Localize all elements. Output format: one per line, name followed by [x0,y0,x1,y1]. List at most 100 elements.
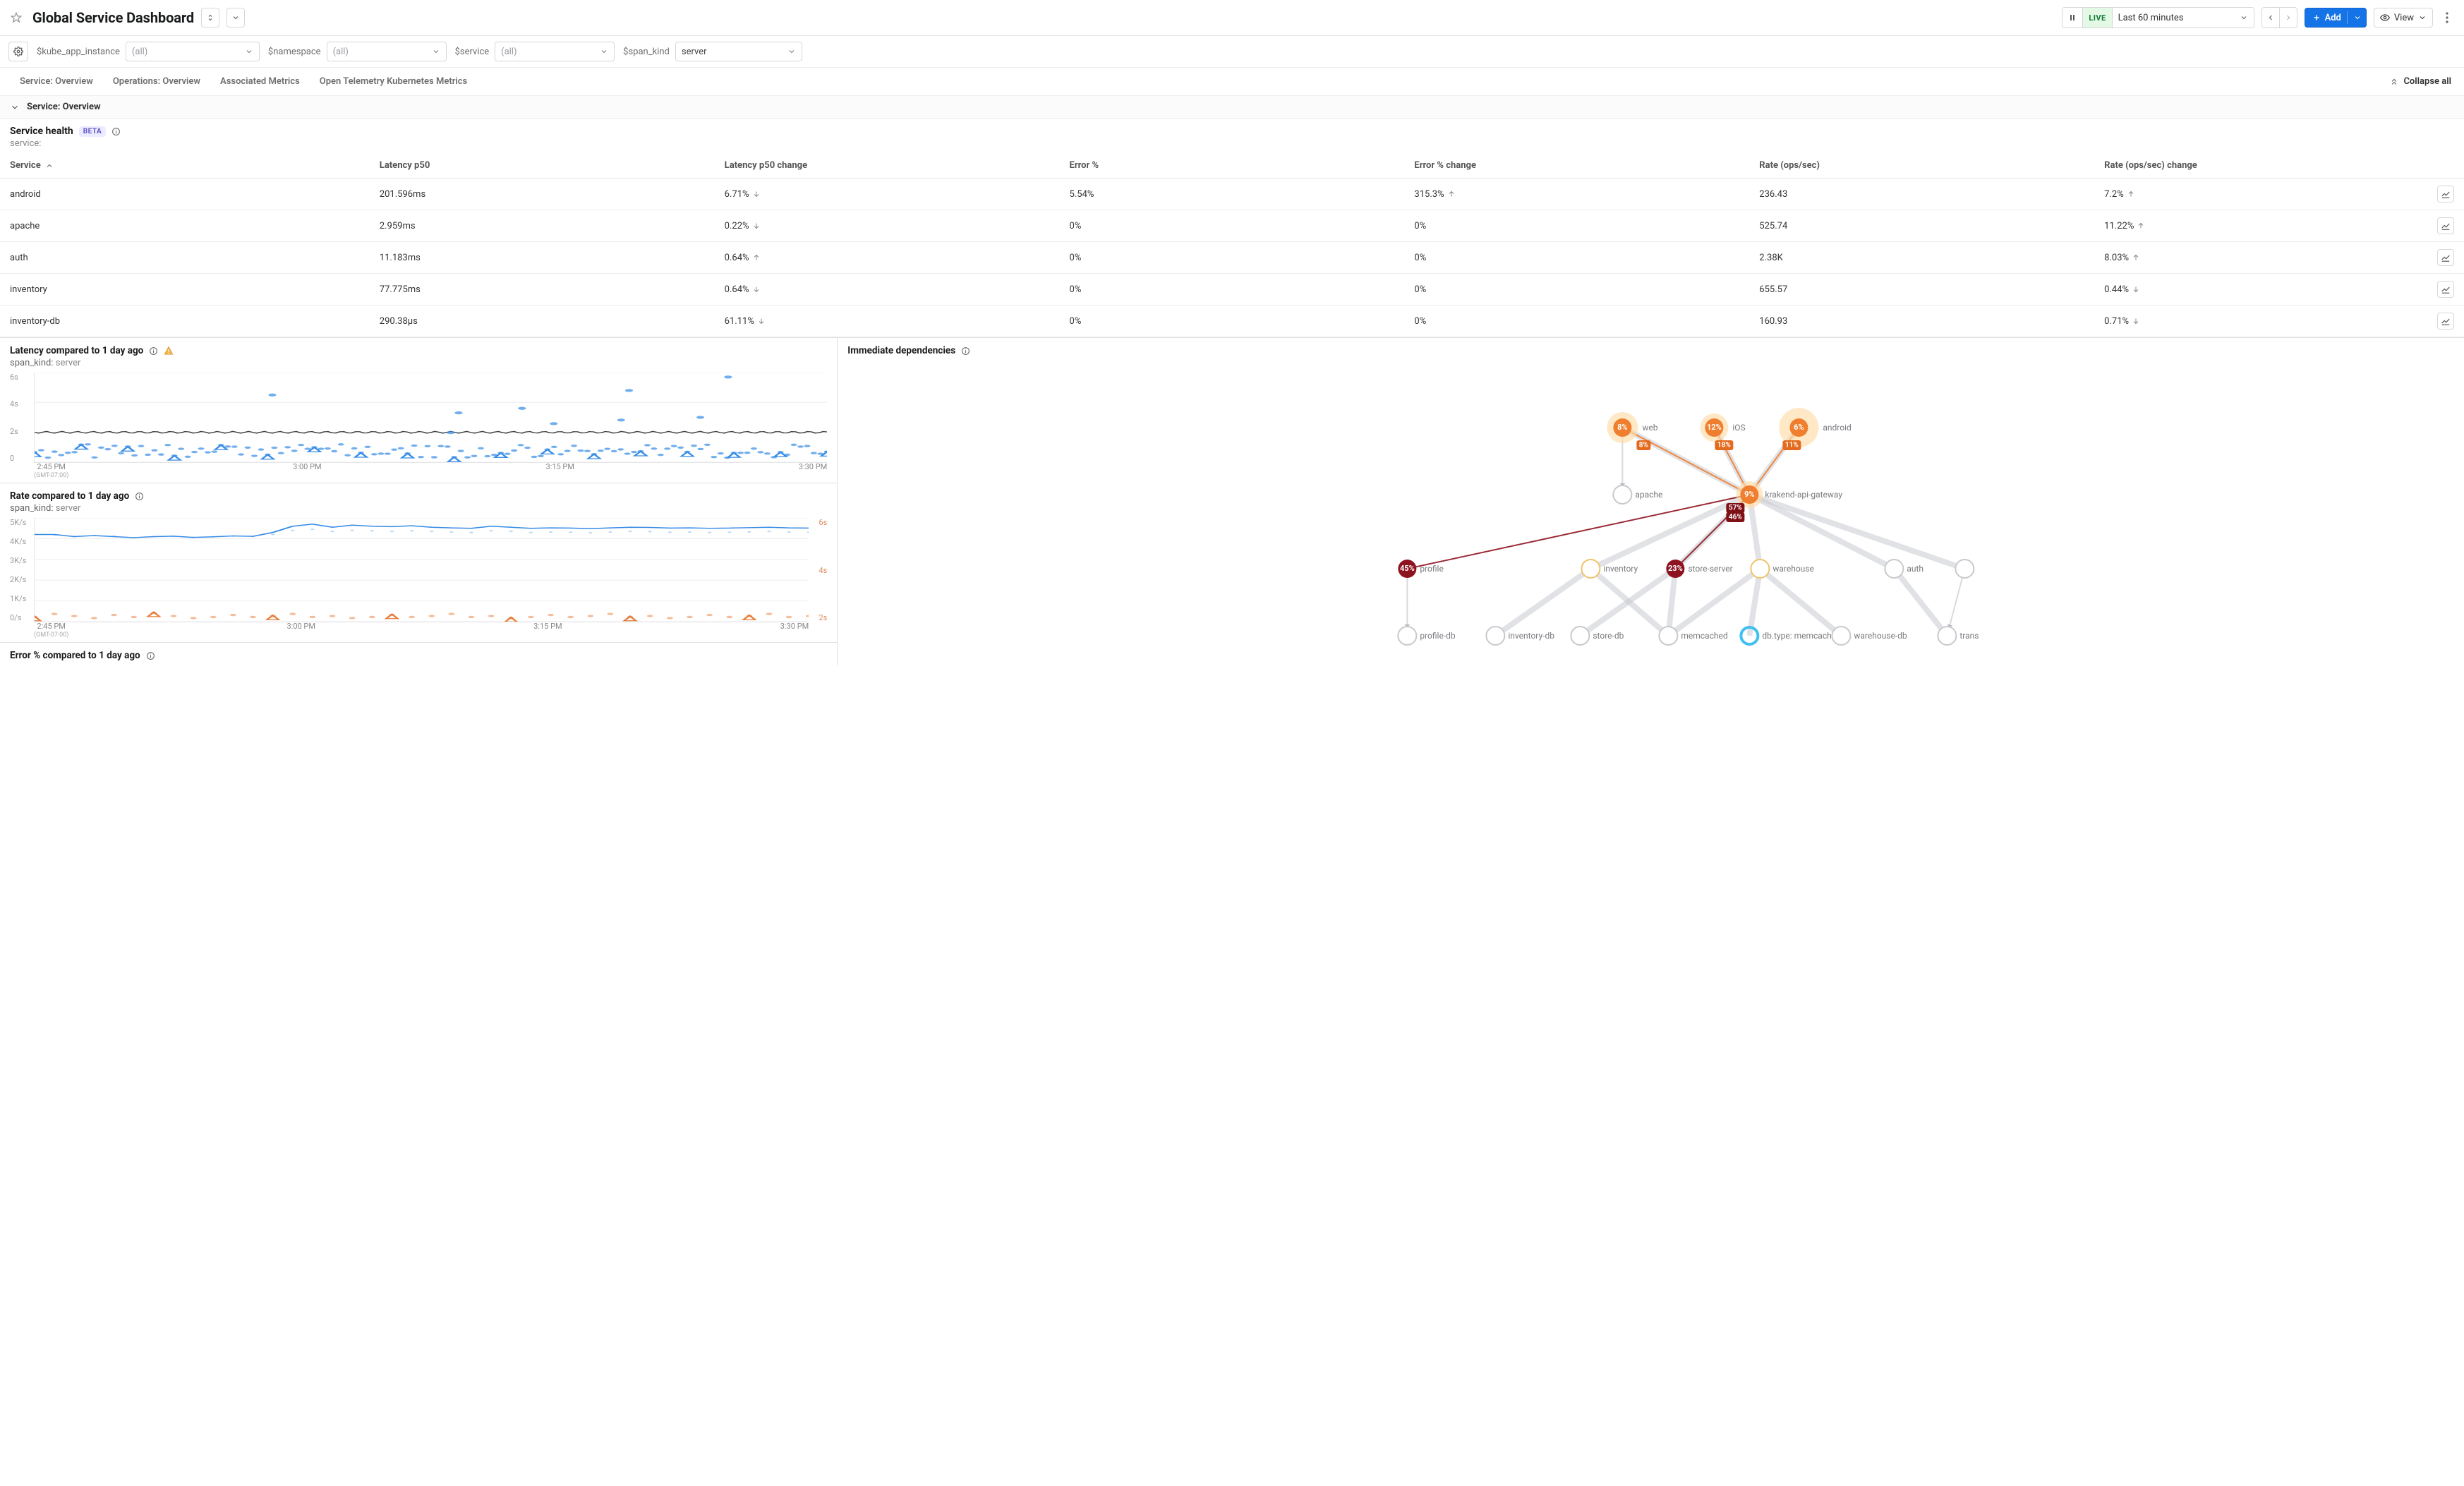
svg-text:9%: 9% [1744,490,1754,499]
cell-rate-change: 0.44% [2094,274,2365,306]
plus-icon [2312,13,2321,22]
dependencies-panel: Immediate dependencies 8%web12%iOS6%andr… [838,338,2464,665]
filter-settings-button[interactable] [8,42,28,61]
sort-asc-icon [45,162,54,170]
row-chart-button[interactable] [2437,313,2454,330]
filter-label: $kube_app_instance [37,47,120,57]
rate-panel-title: Rate compared to 1 day ago [10,490,129,502]
filter-value: server [682,47,707,57]
filter-value: (all) [501,47,517,57]
line-chart-icon [2441,221,2451,231]
chevron-down-icon [245,47,253,56]
section-header[interactable]: Service: Overview [0,96,2464,119]
time-next-button[interactable] [2280,8,2297,28]
info-icon[interactable] [111,127,121,136]
table-row[interactable]: auth11.183ms0.64%0%0%2.38K8.03% [0,242,2464,274]
col-error-header[interactable]: Error % [1060,153,1405,179]
warning-icon[interactable] [164,346,174,356]
chevron-down-icon [10,102,20,112]
rate-chart[interactable]: 5K/s4K/s3K/s2K/s1K/s0/s 6s4s2s 2:45 PM(G… [10,518,827,638]
info-icon[interactable] [149,346,158,356]
filter-bar: $kube_app_instance (all) $namespace (all… [0,36,2464,68]
cell-error: 0% [1060,210,1405,242]
view-button-label: View [2394,13,2414,23]
chevron-right-icon [2284,13,2293,22]
latency-panel-sub: span_kind: server [10,358,827,368]
filter-span-kind-select[interactable]: server [675,42,802,61]
info-icon[interactable] [146,651,155,660]
filter-kube-app-instance: $kube_app_instance (all) [37,42,260,61]
row-chart-button[interactable] [2437,217,2454,234]
gear-icon [13,47,23,56]
add-button[interactable]: Add [2305,8,2367,28]
cell-error-change: 315.3% [1404,179,1749,210]
chevron-down-icon [2353,13,2362,22]
cell-p50: 201.596ms [370,179,715,210]
svg-text:profile-db: profile-db [1420,631,1456,641]
title-menu-button[interactable] [227,8,245,28]
tab-service-overview[interactable]: Service: Overview [10,68,103,95]
cell-service: android [0,179,370,210]
table-row[interactable]: inventory-db290.38µs61.11%0%0%160.930.71… [0,306,2464,337]
tab-operations-overview[interactable]: Operations: Overview [103,68,210,95]
favorite-star-button[interactable] [7,8,25,27]
col-rate-header[interactable]: Rate (ops/sec) [1749,153,2094,179]
row-chart-button[interactable] [2437,186,2454,203]
tab-otel-k8s-metrics[interactable]: Open Telemetry Kubernetes Metrics [310,68,477,95]
page-title: Global Service Dashboard [32,9,194,26]
table-row[interactable]: inventory77.775ms0.64%0%0%655.570.44% [0,274,2464,306]
svg-text:warehouse-db: warehouse-db [1854,631,1908,641]
latency-chart[interactable]: 6s4s2s0 2:45 PM(GMT-07:00)3:00 PM3:15 PM… [10,373,827,478]
section-title: Service: Overview [27,102,101,112]
filter-kube-app-instance-select[interactable]: (all) [126,42,260,61]
view-button[interactable]: View [2374,8,2433,28]
time-range-select[interactable]: Last 60 minutes [2113,8,2254,28]
cell-service: auth [0,242,370,274]
page-more-button[interactable] [2440,8,2454,28]
line-chart-icon [2441,316,2451,326]
collapse-all-button[interactable]: Collapse all [2389,76,2454,87]
col-service-header[interactable]: Service [0,153,370,179]
pause-button[interactable] [2063,8,2083,28]
service-health-subtitle: service: [10,138,2454,149]
title-mode-button[interactable] [201,8,219,28]
cell-rate: 655.57 [1749,274,2094,306]
cell-error: 5.54% [1060,179,1405,210]
cell-error: 0% [1060,242,1405,274]
cell-rate-change: 0.71% [2094,306,2365,337]
info-icon[interactable] [135,492,144,501]
table-row[interactable]: android201.596ms6.71%5.54%315.3%236.437.… [0,179,2464,210]
cell-p50: 290.38µs [370,306,715,337]
time-prev-button[interactable] [2262,8,2280,28]
service-health-title: Service health [10,126,73,137]
chevron-down-icon [432,47,440,56]
cell-error-change: 0% [1404,274,1749,306]
chevron-left-icon [2266,13,2275,22]
col-p50-change-header[interactable]: Latency p50 change [715,153,1060,179]
service-health-table: Service Latency p50 Latency p50 change E… [0,153,2464,337]
col-p50-header[interactable]: Latency p50 [370,153,715,179]
col-rate-change-header[interactable]: Rate (ops/sec) change [2094,153,2365,179]
filter-value: (all) [132,47,147,57]
svg-text:db.type: memcach...: db.type: memcach... [1763,631,1839,641]
time-controls: LIVE Last 60 minutes [2062,7,2254,28]
cell-rate: 236.43 [1749,179,2094,210]
tab-associated-metrics[interactable]: Associated Metrics [210,68,310,95]
cell-p50: 2.959ms [370,210,715,242]
chevron-down-icon [600,47,608,56]
dependency-graph[interactable]: 8%web12%iOS6%android8%18%11%apache9%krak… [847,361,2454,664]
cell-service: apache [0,210,370,242]
filter-namespace-select[interactable]: (all) [327,42,447,61]
cell-error-change: 0% [1404,210,1749,242]
lower-panels: Latency compared to 1 day ago span_kind:… [0,337,2464,665]
error-panel: Error % compared to 1 day ago [0,643,837,665]
table-row[interactable]: apache2.959ms0.22%0%0%525.7411.22% [0,210,2464,242]
filter-service-select[interactable]: (all) [495,42,615,61]
row-chart-button[interactable] [2437,281,2454,298]
pause-icon [2068,13,2077,22]
cell-action [2365,210,2464,242]
info-icon[interactable] [961,346,970,356]
row-chart-button[interactable] [2437,249,2454,266]
svg-text:web: web [1643,423,1658,433]
col-error-change-header[interactable]: Error % change [1404,153,1749,179]
